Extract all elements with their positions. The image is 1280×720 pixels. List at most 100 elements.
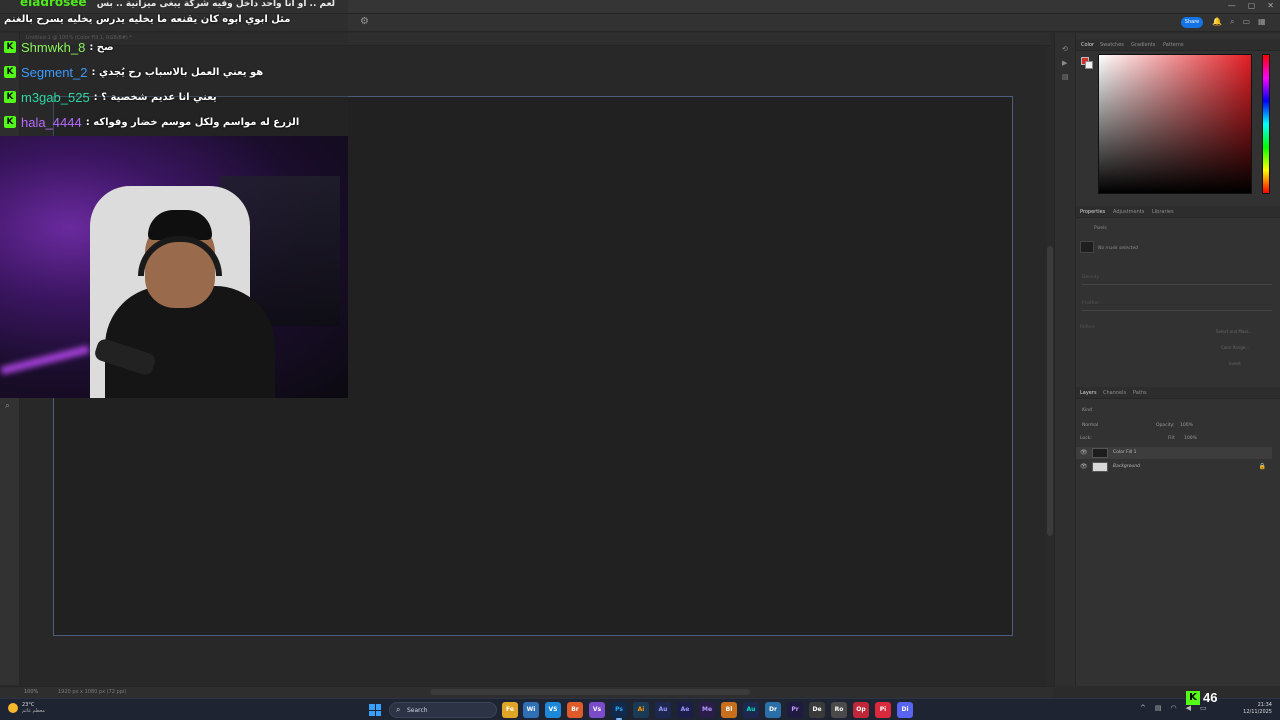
feather-label: Feather: [1082, 301, 1100, 306]
taskbar-search[interactable]: ⌕ Search: [389, 702, 497, 718]
layer-row-background[interactable]: 👁 Background 🔒: [1076, 461, 1272, 473]
media-encoder-icon[interactable]: Me: [699, 702, 715, 718]
vertical-scrollbar[interactable]: [1046, 46, 1054, 686]
lock-icon[interactable]: 🔒: [1259, 463, 1266, 470]
select-and-mask-button[interactable]: Select and Mask...: [1216, 329, 1253, 334]
chat-cut-user: eladrosee: [20, 0, 87, 9]
tab-adjustments[interactable]: Adjustments: [1113, 209, 1144, 215]
chat-text: : هو يعني العمل بالاسباب رح يُجدي: [91, 66, 264, 78]
zoom-tool-icon[interactable]: ⌕: [5, 401, 15, 411]
network-icon[interactable]: ▤: [1155, 704, 1162, 712]
chat-username: Segment_2: [21, 64, 88, 80]
comment-icon[interactable]: ▤: [1062, 73, 1069, 81]
weather-sun-icon: [8, 703, 18, 713]
blender-icon[interactable]: Bl: [721, 702, 737, 718]
opacity-value[interactable]: 100%: [1180, 423, 1193, 428]
kick-badge-icon: K: [4, 116, 16, 128]
tab-gradients[interactable]: Gradients: [1131, 42, 1155, 48]
vertical-scroll-thumb[interactable]: [1047, 246, 1053, 536]
system-tray: ^ ▤ ◠ ◀ ▭: [1140, 704, 1207, 712]
desktop-app-icon[interactable]: De: [809, 702, 825, 718]
horizontal-scroll-thumb[interactable]: [430, 689, 750, 695]
blend-mode-select[interactable]: Normal: [1082, 423, 1098, 428]
neon-light: [0, 345, 90, 375]
layer-row-color-fill[interactable]: 👁 Color Fill 1: [1076, 447, 1272, 459]
chat-message: K m3gab_525 : يعني انا عديم شخصية ؟: [4, 87, 217, 107]
color-picker-field[interactable]: [1098, 54, 1252, 194]
minimize-icon[interactable]: —: [1228, 1, 1236, 10]
clock-time: 21:34: [1257, 702, 1272, 708]
kick-logo-icon: K: [1186, 690, 1200, 705]
tab-libraries[interactable]: Libraries: [1152, 209, 1174, 215]
vscode-icon[interactable]: VS: [545, 702, 561, 718]
properties-panel-tabs: Properties Adjustments Libraries: [1076, 206, 1280, 218]
wifi-icon[interactable]: ◠: [1171, 704, 1177, 712]
opacity-label: Opacity:: [1156, 423, 1175, 428]
hue-slider[interactable]: [1262, 54, 1270, 194]
windows-start-icon[interactable]: [369, 704, 381, 716]
roblox-icon[interactable]: Ro: [831, 702, 847, 718]
premiere-icon[interactable]: Pr: [787, 702, 803, 718]
eye-icon[interactable]: 👁: [1080, 449, 1088, 456]
gear-icon[interactable]: ⚙: [360, 16, 369, 27]
tab-patterns[interactable]: Patterns: [1163, 42, 1184, 48]
share-button[interactable]: Share: [1181, 17, 1203, 28]
layers-panel-tabs: Layers Channels Paths: [1076, 387, 1280, 399]
color-range-button[interactable]: Color Range...: [1221, 345, 1249, 350]
density-slider[interactable]: [1082, 284, 1272, 285]
fill-label: Fill:: [1168, 436, 1176, 441]
davinci-icon[interactable]: Dr: [765, 702, 781, 718]
kick-badge-icon: K: [4, 91, 16, 103]
illustrator-icon[interactable]: Ai: [633, 702, 649, 718]
chat-username: Shmwkh_8: [21, 39, 86, 55]
visual-studio-icon[interactable]: Vs: [589, 702, 605, 718]
chat-text: : صح: [89, 41, 114, 53]
clock[interactable]: 21:34 12/11/2025: [1236, 702, 1272, 716]
widgets-icon[interactable]: Wi: [523, 702, 539, 718]
search-icon[interactable]: ⌕: [1230, 17, 1234, 27]
mask-thumbnail: [1080, 241, 1094, 253]
chat-cut-text: لعم .. أو انا واحد داخل وفيه شركة يبغى م…: [96, 0, 336, 9]
discord-icon[interactable]: Di: [897, 702, 913, 718]
status-bar: 100% 1920 px x 1080 px (72 ppi): [0, 686, 1054, 698]
feather-slider[interactable]: [1082, 310, 1272, 311]
kick-viewer-count: K 46: [1186, 690, 1217, 705]
bell-icon[interactable]: 🔔: [1212, 17, 1222, 27]
audition-alt-icon[interactable]: Au: [743, 702, 759, 718]
window-controls: — ▢ ✕: [1228, 1, 1274, 10]
tab-properties[interactable]: Properties: [1080, 209, 1105, 215]
tab-paths[interactable]: Paths: [1133, 390, 1147, 396]
play-icon[interactable]: ▶: [1062, 59, 1067, 67]
search-icon: ⌕: [396, 705, 401, 714]
weather-widget[interactable]: 23°C معظم غائم: [8, 702, 45, 714]
density-label: Density: [1082, 275, 1100, 280]
background-color-swatch[interactable]: [1085, 61, 1093, 69]
brave-icon[interactable]: Br: [567, 702, 583, 718]
chevron-up-icon[interactable]: ^: [1140, 704, 1146, 712]
panels-icon[interactable]: ▦: [1258, 17, 1266, 27]
zoom-level[interactable]: 100%: [24, 689, 38, 695]
tab-layers[interactable]: Layers: [1080, 390, 1097, 396]
color-panel-tabs: Color Swatches Gradients Patterns: [1076, 39, 1280, 51]
close-icon[interactable]: ✕: [1267, 1, 1274, 10]
top-icons: 🔔 ⌕ ▭ ▦: [1212, 17, 1266, 27]
fill-value[interactable]: 100%: [1184, 436, 1197, 441]
file-explorer-icon[interactable]: Fe: [502, 702, 518, 718]
tab-color[interactable]: Color: [1081, 42, 1094, 48]
document-dimensions: 1920 px x 1080 px (72 ppi): [58, 689, 127, 695]
workspace-icon[interactable]: ▭: [1242, 17, 1250, 27]
kind-filter[interactable]: Kind: [1082, 408, 1092, 413]
eye-icon[interactable]: 👁: [1080, 463, 1088, 470]
history-icon[interactable]: ⟲: [1062, 45, 1068, 53]
pinterest-icon[interactable]: Pi: [875, 702, 891, 718]
tab-swatches[interactable]: Swatches: [1100, 42, 1124, 48]
opera-icon[interactable]: Op: [853, 702, 869, 718]
maximize-icon[interactable]: ▢: [1248, 1, 1256, 10]
photoshop-icon[interactable]: Ps: [611, 702, 627, 720]
audition-icon[interactable]: Au: [655, 702, 671, 718]
after-effects-icon[interactable]: Ae: [677, 702, 693, 718]
volume-icon[interactable]: ◀: [1186, 704, 1191, 712]
invert-button[interactable]: Invert: [1229, 361, 1241, 366]
tab-channels[interactable]: Channels: [1103, 390, 1126, 396]
battery-icon[interactable]: ▭: [1200, 704, 1207, 712]
